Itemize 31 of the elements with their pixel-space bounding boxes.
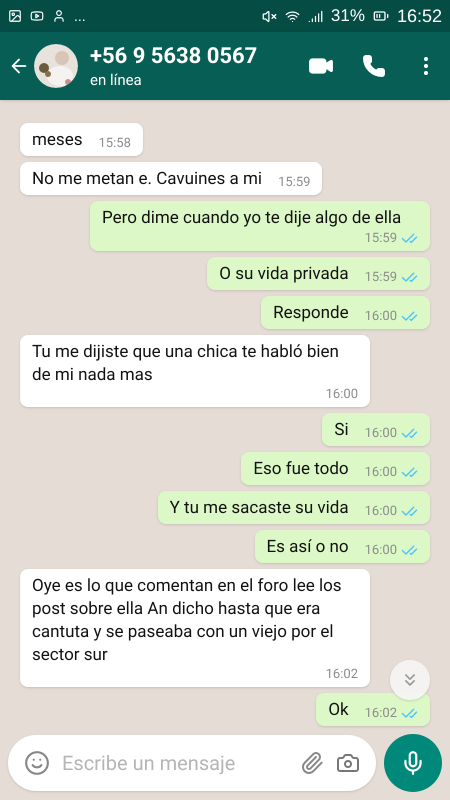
more-notifications: ... [74, 6, 86, 26]
message-text: Eso fue todo [253, 458, 349, 481]
message-time: 16:00 [364, 542, 397, 558]
message-time: 15:59 [364, 230, 397, 246]
message-time: 16:00 [364, 504, 397, 520]
message-time: 16:00 [364, 308, 397, 324]
message-time: 16:02 [364, 706, 397, 722]
message-time: 15:59 [278, 175, 310, 191]
message-text: Ok [328, 699, 349, 722]
message-time: 16:00 [364, 426, 397, 442]
message-input[interactable]: Escribe un mensaje [62, 748, 288, 778]
message-text: meses [32, 129, 82, 152]
message-text: Y tu me sacaste su vida [170, 497, 349, 520]
message-time: 15:59 [364, 270, 397, 286]
message-time: 16:00 [326, 387, 358, 403]
message-text: Responde [273, 302, 349, 325]
message-text: No me metan e. Cavuines a mi [32, 168, 262, 191]
message-text: O su vida privada [219, 263, 349, 286]
contact-status: en línea [90, 71, 143, 89]
message-text: Es así o no [266, 536, 349, 559]
message-text: Tu me dijiste que una chica te habló bien de mi nada mas [32, 341, 340, 387]
message-field[interactable]: Escribe un mensaje [8, 735, 376, 791]
message-time: 15:58 [98, 136, 131, 152]
contact-name[interactable]: +56 9 5638 0567 [90, 43, 308, 71]
message-text: Oye es lo que comentan en el foro lee los post sobre ella An dicho hasta que era cantuta y se paseaba con un viejo por el sector sur [32, 575, 343, 667]
message-text: Si [334, 419, 349, 442]
message-time: 16:02 [326, 667, 358, 683]
battery-level: 31% [330, 5, 365, 28]
clock: 16:52 [396, 4, 442, 28]
message-time: 16:00 [364, 464, 397, 480]
message-text: Pero dime cuando yo te dije algo de ella [102, 207, 402, 230]
